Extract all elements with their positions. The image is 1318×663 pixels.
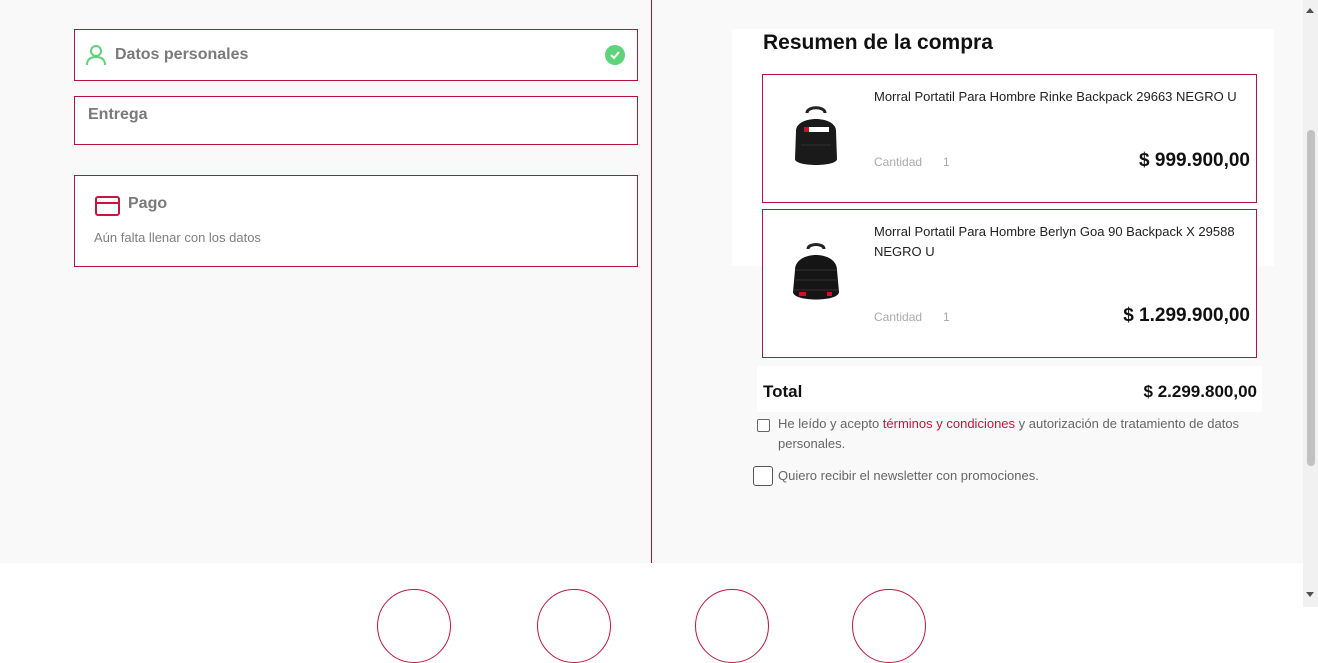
step-delivery-title: Entrega bbox=[88, 106, 148, 123]
backpack-image bbox=[793, 243, 839, 300]
step-payment-subtitle: Aún falta llenar con los datos bbox=[94, 230, 261, 245]
newsletter-checkbox[interactable] bbox=[753, 466, 773, 486]
step-personal-title: Datos personales bbox=[115, 46, 249, 63]
item-quantity-label: Cantidad bbox=[874, 310, 923, 324]
item-quantity: 1 bbox=[943, 310, 950, 324]
check-circle-icon bbox=[605, 45, 625, 65]
terms-consent: He leído y acepto términos y condiciones… bbox=[757, 414, 1267, 454]
scroll-down-arrow-icon[interactable] bbox=[1306, 592, 1314, 597]
footer-circle-icon bbox=[537, 589, 611, 663]
step-delivery[interactable]: Entrega bbox=[74, 96, 638, 145]
column-divider bbox=[651, 0, 652, 563]
footer-circle-icon bbox=[852, 589, 926, 663]
summary-title: Resumen de la compra bbox=[763, 31, 993, 54]
terms-link[interactable]: términos y condiciones bbox=[883, 416, 1015, 431]
item-name: Morral Portatil Para Hombre Rinke Backpa… bbox=[874, 89, 1237, 104]
step-personal-data[interactable]: Datos personales bbox=[74, 29, 638, 81]
terms-checkbox[interactable] bbox=[757, 419, 770, 432]
terms-text: He leído y acepto términos y condiciones… bbox=[778, 416, 1240, 451]
item-price: $ 999.900,00 bbox=[1139, 150, 1250, 171]
cart-item: Morral Portatil Para Hombre Berlyn Goa 9… bbox=[762, 209, 1257, 358]
footer-circle-icon bbox=[695, 589, 769, 663]
credit-card-icon bbox=[95, 196, 120, 216]
item-quantity: 1 bbox=[943, 155, 950, 169]
item-price: $ 1.299.900,00 bbox=[1123, 305, 1250, 326]
step-payment[interactable]: Pago Aún falta llenar con los datos bbox=[74, 175, 638, 267]
total-label: Total bbox=[763, 382, 803, 401]
scroll-up-arrow-icon[interactable] bbox=[1306, 8, 1314, 13]
cart-item: Morral Portatil Para Hombre Rinke Backpa… bbox=[762, 74, 1257, 203]
scrollbar-thumb[interactable] bbox=[1307, 130, 1315, 466]
user-icon bbox=[86, 45, 106, 66]
footer-circle-icon bbox=[377, 589, 451, 663]
total-row: Total $ 2.299.800,00 bbox=[757, 366, 1262, 412]
item-quantity-label: Cantidad bbox=[874, 155, 923, 169]
item-name: Morral Portatil Para Hombre Berlyn Goa 9… bbox=[874, 224, 1235, 259]
step-payment-title: Pago bbox=[128, 195, 168, 212]
total-value: $ 2.299.800,00 bbox=[1143, 382, 1257, 401]
newsletter-label: Quiero recibir el newsletter con promoci… bbox=[778, 468, 1039, 483]
backpack-image bbox=[795, 106, 837, 165]
